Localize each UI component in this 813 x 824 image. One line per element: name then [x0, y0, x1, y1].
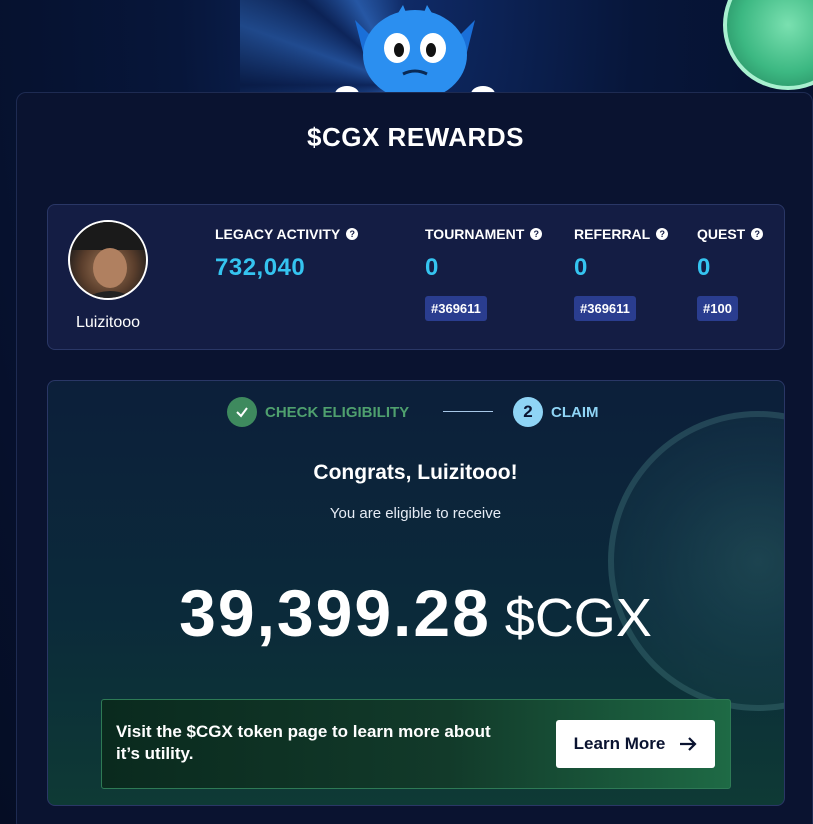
- stat-quest: QUEST ? 0 #100: [697, 226, 764, 321]
- amount-unit: $CGX: [504, 588, 652, 648]
- stat-legacy-activity: LEGACY ACTIVITY ? 732,040: [215, 226, 359, 282]
- step-label: CHECK ELIGIBILITY: [265, 403, 410, 421]
- rank-badge: #369611: [425, 296, 487, 321]
- stat-label: LEGACY ACTIVITY: [215, 226, 341, 242]
- stat-value: 0: [697, 254, 711, 281]
- stat-label: REFERRAL: [574, 226, 651, 242]
- help-icon[interactable]: ?: [530, 228, 543, 240]
- button-label: Learn More: [573, 734, 666, 753]
- stat-value: 732,040: [215, 254, 306, 281]
- step-check-eligibility: CHECK ELIGIBILITY: [227, 397, 409, 427]
- step-connector: [443, 411, 493, 412]
- help-icon[interactable]: ?: [751, 228, 764, 240]
- step-number: 2: [513, 397, 543, 427]
- step-label: CLAIM: [551, 403, 599, 421]
- help-icon[interactable]: ?: [656, 228, 669, 240]
- coin-icon: [723, 0, 813, 90]
- username: Luizitooo: [75, 314, 141, 331]
- arrow-right-icon: [680, 737, 697, 751]
- help-icon[interactable]: ?: [346, 228, 359, 240]
- rank-badge: #100: [697, 296, 738, 321]
- stat-label: QUEST: [697, 226, 746, 242]
- mascot-logo: [335, 5, 495, 100]
- stat-value: 0: [425, 254, 439, 281]
- rank-badge: #369611: [574, 296, 636, 321]
- page-title: $CGX REWARDS: [307, 122, 524, 152]
- congrats-heading: Congrats, Luizitooo!: [313, 461, 518, 484]
- banner-text: Visit the $CGX token page to learn more …: [116, 722, 491, 763]
- stat-label: TOURNAMENT: [425, 226, 525, 242]
- eligible-text: You are eligible to receive: [329, 505, 502, 522]
- avatar: [68, 220, 148, 300]
- amount-value: 39,399.28: [179, 576, 491, 650]
- checkmark-icon: [227, 397, 257, 427]
- step-claim: 2 CLAIM: [513, 397, 599, 427]
- learn-more-button[interactable]: Learn More: [556, 720, 715, 768]
- stat-referral: REFERRAL ? 0 #369611: [574, 226, 669, 321]
- stat-tournament: TOURNAMENT ? 0 #369611: [425, 226, 543, 321]
- reward-amount: 39,399.28 $CGX: [0, 575, 813, 651]
- stat-value: 0: [574, 254, 588, 281]
- coin-background-icon: [608, 411, 784, 711]
